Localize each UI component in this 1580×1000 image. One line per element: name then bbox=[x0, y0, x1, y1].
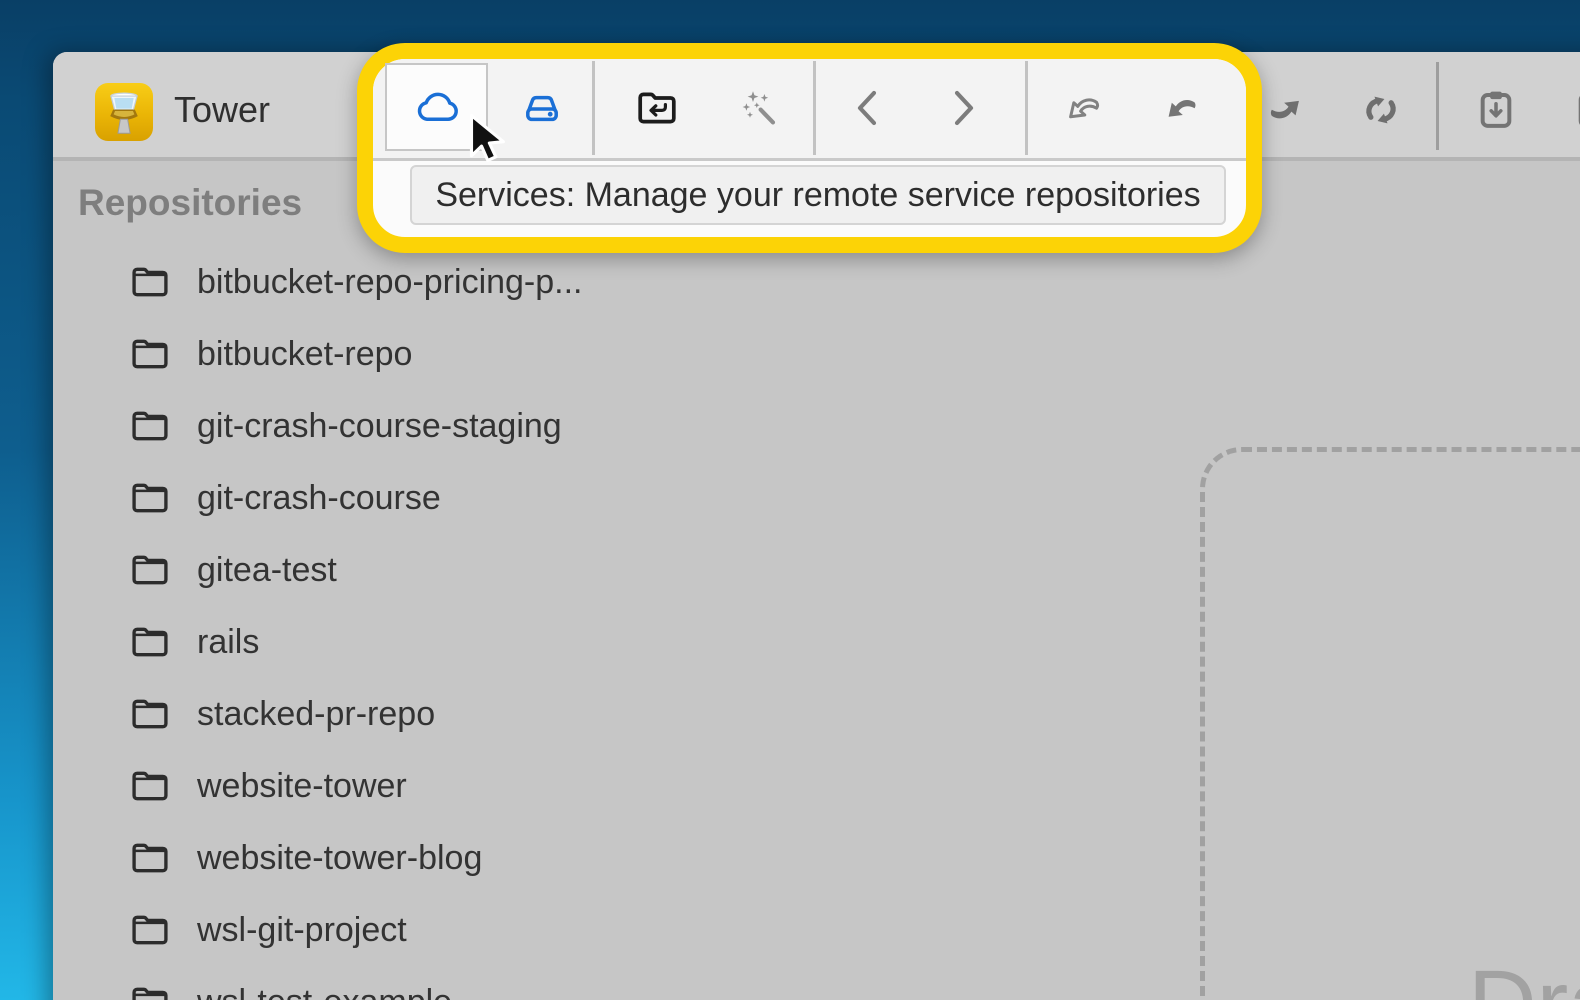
repo-name: bitbucket-repo bbox=[197, 335, 412, 374]
repo-name: wsl-test-example bbox=[197, 983, 452, 1000]
repo-list-item[interactable]: bitbucket-repo-pricing-p... bbox=[127, 246, 667, 318]
open-repository-button[interactable] bbox=[633, 84, 681, 132]
window-title: Tower bbox=[174, 89, 270, 131]
folder-icon bbox=[127, 763, 173, 809]
repo-list-item[interactable]: bitbucket-repo bbox=[127, 318, 667, 390]
repo-list-item[interactable]: git-crash-course bbox=[127, 462, 667, 534]
folder-icon bbox=[127, 979, 173, 1000]
repo-list-item[interactable]: wsl-git-project bbox=[127, 894, 667, 966]
stash-apply-button[interactable] bbox=[1569, 85, 1580, 135]
toolbar-separator bbox=[1025, 61, 1028, 155]
navigate-back-button[interactable] bbox=[845, 84, 893, 132]
folder-icon bbox=[127, 619, 173, 665]
drag-hint-text: Drag bbox=[1468, 950, 1580, 1000]
toolbar-separator bbox=[813, 61, 816, 155]
services-tooltip-text: Services: Manage your remote service rep… bbox=[435, 176, 1200, 215]
repo-name: bitbucket-repo-pricing-p... bbox=[197, 263, 583, 302]
folder-icon bbox=[127, 835, 173, 881]
repo-list-item[interactable]: wsl-test-example bbox=[127, 966, 667, 1000]
folder-icon bbox=[127, 331, 173, 377]
drag-drop-zone[interactable] bbox=[1200, 447, 1580, 1000]
tower-logo-icon bbox=[95, 83, 153, 141]
repo-list-item[interactable]: rails bbox=[127, 606, 667, 678]
quick-setup-wand-button[interactable] bbox=[735, 84, 783, 132]
repo-name: stacked-pr-repo bbox=[197, 695, 435, 734]
repo-list-item[interactable]: website-tower bbox=[127, 750, 667, 822]
repo-list-item[interactable]: website-tower-blog bbox=[127, 822, 667, 894]
repo-list-item[interactable]: stacked-pr-repo bbox=[127, 678, 667, 750]
folder-icon bbox=[127, 403, 173, 449]
repo-list-item[interactable]: gitea-test bbox=[127, 534, 667, 606]
repository-list: bitbucket-repo-pricing-p... bitbucket-re… bbox=[127, 246, 667, 1000]
folder-icon bbox=[127, 259, 173, 305]
repo-name: wsl-git-project bbox=[197, 911, 407, 950]
navigate-forward-button[interactable] bbox=[938, 84, 986, 132]
repo-name: git-crash-course bbox=[197, 479, 441, 518]
sync-button[interactable] bbox=[1356, 85, 1406, 135]
folder-icon bbox=[127, 691, 173, 737]
repo-name: website-tower bbox=[197, 767, 407, 806]
sidebar-heading: Repositories bbox=[78, 182, 302, 224]
repo-name: rails bbox=[197, 623, 259, 662]
folder-icon bbox=[127, 907, 173, 953]
undo-solid-button[interactable] bbox=[1157, 84, 1205, 132]
push-button[interactable] bbox=[1261, 85, 1311, 135]
stash-save-button[interactable] bbox=[1471, 85, 1521, 135]
repo-name: git-crash-course-staging bbox=[197, 407, 562, 446]
folder-icon bbox=[127, 547, 173, 593]
services-cloud-button[interactable] bbox=[413, 84, 461, 132]
toolbar-separator bbox=[1436, 62, 1439, 150]
toolbar-separator bbox=[592, 61, 595, 155]
screen: Tower bbox=[0, 0, 1580, 1000]
repo-name: website-tower-blog bbox=[197, 839, 482, 878]
repo-name: gitea-test bbox=[197, 551, 337, 590]
repo-list-item[interactable]: git-crash-course-staging bbox=[127, 390, 667, 462]
undo-outline-button[interactable] bbox=[1059, 84, 1107, 132]
folder-icon bbox=[127, 475, 173, 521]
local-repositories-button[interactable] bbox=[518, 84, 566, 132]
services-tooltip: Services: Manage your remote service rep… bbox=[410, 165, 1226, 225]
mouse-cursor bbox=[459, 110, 513, 168]
